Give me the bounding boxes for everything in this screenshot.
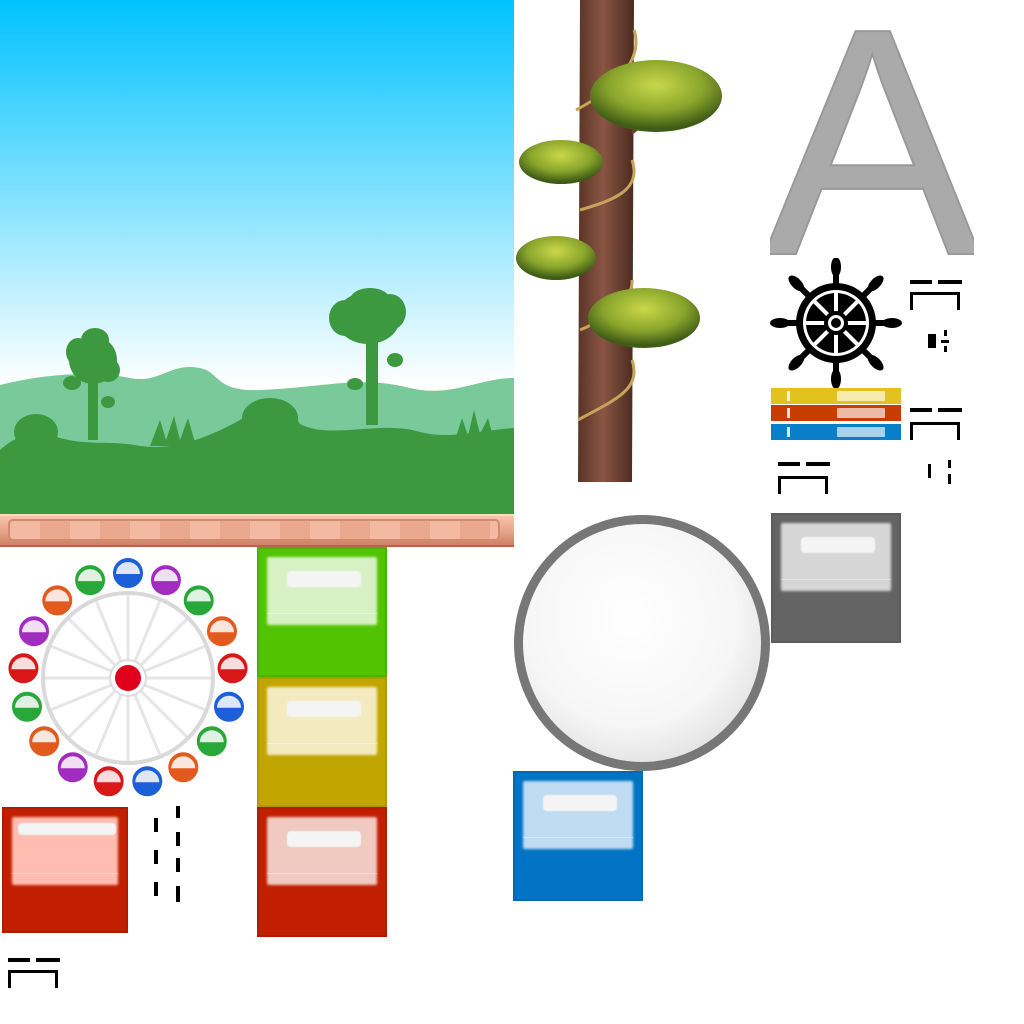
glyph-mark <box>908 280 964 314</box>
ferris-cabin <box>148 563 183 598</box>
ferris-cabin <box>215 651 250 686</box>
plank-icon <box>8 519 500 541</box>
crate-gray <box>771 513 901 643</box>
glyph-mark <box>908 408 964 442</box>
ferris-cabin <box>6 651 41 686</box>
landscape-background <box>0 0 514 514</box>
ferris-cabin <box>73 563 108 598</box>
landscape-icon <box>0 0 514 514</box>
ferris-cabin <box>40 583 75 618</box>
ferris-cabin <box>10 689 45 724</box>
ferris-cabin <box>204 614 239 649</box>
wheel-handle <box>831 257 841 285</box>
hub-center <box>115 665 141 691</box>
glyph-mark <box>6 958 62 992</box>
ferris-cabin <box>17 614 52 649</box>
glyph-mark <box>776 462 832 496</box>
letter-glyph: A <box>763 0 983 324</box>
ferris-cabin <box>181 583 216 618</box>
flag-yellow <box>771 388 901 404</box>
ship-wheel-icon <box>770 257 902 389</box>
ferris-cabin <box>194 724 229 759</box>
white-orb <box>514 515 770 771</box>
wooden-plank <box>0 514 514 547</box>
tree-icon <box>516 0 722 482</box>
ferris-wheel <box>0 545 256 807</box>
ferris-cabin <box>27 724 62 759</box>
crate-red-left <box>2 807 128 933</box>
ferris-cabin <box>211 689 246 724</box>
flag-blue <box>771 424 901 440</box>
glyph-mark <box>922 330 958 354</box>
wheel-handle <box>874 318 902 328</box>
ferris-cabin <box>91 764 126 799</box>
ship-wheel <box>770 257 902 389</box>
wheel-handle <box>831 361 841 389</box>
ferris-wheel-icon <box>6 556 250 799</box>
letter-a: A <box>770 18 974 258</box>
glyph-mark <box>920 460 956 488</box>
ferris-cabin <box>130 764 165 799</box>
ferris-cabin <box>111 556 145 590</box>
beanstalk-tree <box>514 0 728 482</box>
crate-yellow <box>257 677 387 807</box>
glyph-mark <box>150 806 186 906</box>
ferris-cabin <box>166 750 201 785</box>
crate-green <box>257 547 387 677</box>
crate-red <box>257 807 387 937</box>
letter-a-icon: A <box>763 0 983 324</box>
flag-orange <box>771 405 901 421</box>
wheel-handle <box>770 318 798 328</box>
crate-blue <box>513 771 643 901</box>
ferris-cabin <box>55 750 90 785</box>
